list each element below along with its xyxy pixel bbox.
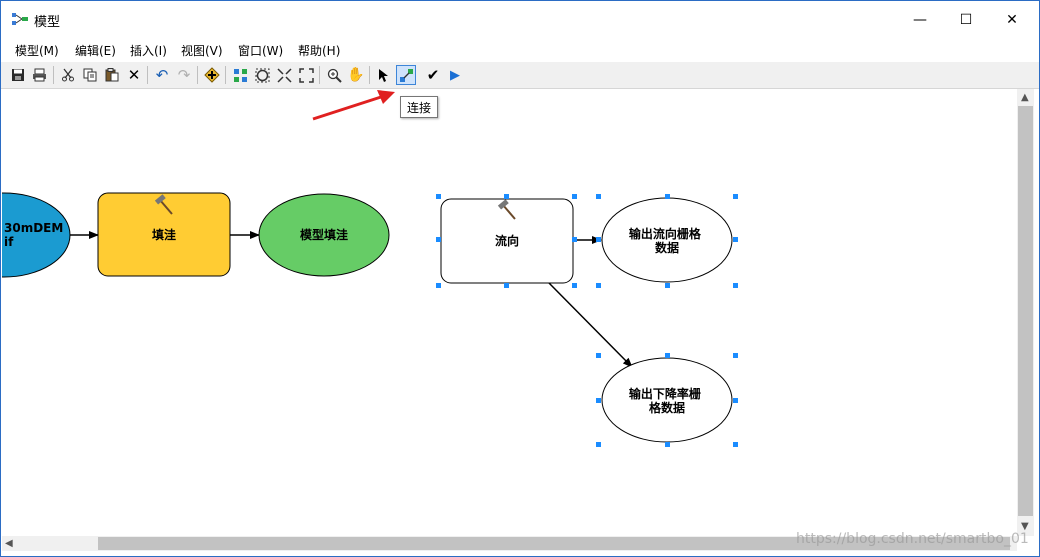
model-canvas[interactable]: 30mDEM if 填洼 模型填洼 流向 输出流向栅格 数据 输出下降率栅 格数…: [0, 89, 1017, 536]
cut-icon[interactable]: [58, 65, 78, 85]
output-fill-label: 模型填洼: [300, 227, 348, 242]
toolbar-separator: [225, 66, 226, 84]
output-flowdir-label-line2: 数据: [655, 240, 679, 255]
output-drop-label-line2: 格数据: [649, 400, 685, 415]
output-drop-label-line1: 输出下降率栅: [629, 386, 701, 401]
connector-flowdir-to-drop[interactable]: [548, 282, 633, 368]
window-title: 模型: [34, 15, 61, 30]
redo-icon[interactable]: ↷: [174, 65, 194, 85]
print-icon[interactable]: [29, 65, 49, 85]
tool-flowdir-label: 流向: [495, 233, 519, 248]
toolbar: ✕ ↶ ↷ ✋ ✔ ▶: [1, 62, 1039, 89]
toolbar-separator: [197, 66, 198, 84]
connect-tooltip: 连接: [400, 96, 438, 118]
auto-layout-icon[interactable]: [230, 65, 250, 85]
menu-view[interactable]: 视图(V): [181, 42, 223, 59]
close-icon: ✕: [1006, 12, 1018, 28]
delete-icon[interactable]: ✕: [124, 65, 144, 85]
fixed-zoom-in-icon[interactable]: [274, 65, 294, 85]
scroll-up-icon[interactable]: ▲: [1021, 92, 1029, 103]
copy-icon[interactable]: [80, 65, 100, 85]
close-button[interactable]: ✕: [989, 1, 1035, 39]
add-data-icon[interactable]: [202, 65, 222, 85]
menu-model[interactable]: 模型(M): [15, 42, 59, 59]
title-bar[interactable]: 模型 — ☐ ✕: [1, 1, 1039, 39]
minimize-icon: —: [913, 12, 927, 28]
run-icon[interactable]: ▶: [445, 65, 465, 85]
annotation-arrow: [312, 90, 395, 121]
input-data-label-line1: 30mDEM: [4, 221, 63, 235]
output-flowdir-label-line1: 输出流向栅格: [629, 226, 702, 241]
scroll-left-icon[interactable]: ◀: [5, 538, 13, 549]
watermark: https://blog.csdn.net/smartbo_01: [796, 531, 1029, 547]
modelbuilder-icon: [12, 13, 28, 25]
vertical-scroll-thumb[interactable]: [1018, 106, 1033, 516]
maximize-icon: ☐: [959, 12, 973, 28]
menu-window[interactable]: 窗口(W): [238, 42, 283, 59]
save-icon[interactable]: [8, 65, 28, 85]
undo-icon[interactable]: ↶: [152, 65, 172, 85]
tool-fill-label: 填洼: [152, 227, 176, 242]
model-window: 模型 — ☐ ✕ 模型(M) 编辑(E) 插入(I) 视图(V) 窗口(W) 帮…: [0, 0, 1040, 557]
paste-icon[interactable]: [102, 65, 122, 85]
minimize-button[interactable]: —: [897, 1, 943, 39]
maximize-button[interactable]: ☐: [943, 1, 989, 39]
menu-bar: 模型(M) 编辑(E) 插入(I) 视图(V) 窗口(W) 帮助(H): [1, 39, 1039, 61]
validate-icon[interactable]: ✔: [423, 65, 443, 85]
input-data-label-line2: if: [4, 235, 14, 249]
model-diagram[interactable]: 30mDEM if 填洼 模型填洼 流向 输出流向栅格 数据 输出下降率栅 格数…: [0, 89, 1017, 536]
toolbar-separator: [147, 66, 148, 84]
menu-edit[interactable]: 编辑(E): [75, 42, 116, 59]
menu-insert[interactable]: 插入(I): [130, 42, 167, 59]
toolbar-separator: [53, 66, 54, 84]
menu-help[interactable]: 帮助(H): [298, 42, 340, 59]
full-extent-icon[interactable]: [252, 65, 272, 85]
